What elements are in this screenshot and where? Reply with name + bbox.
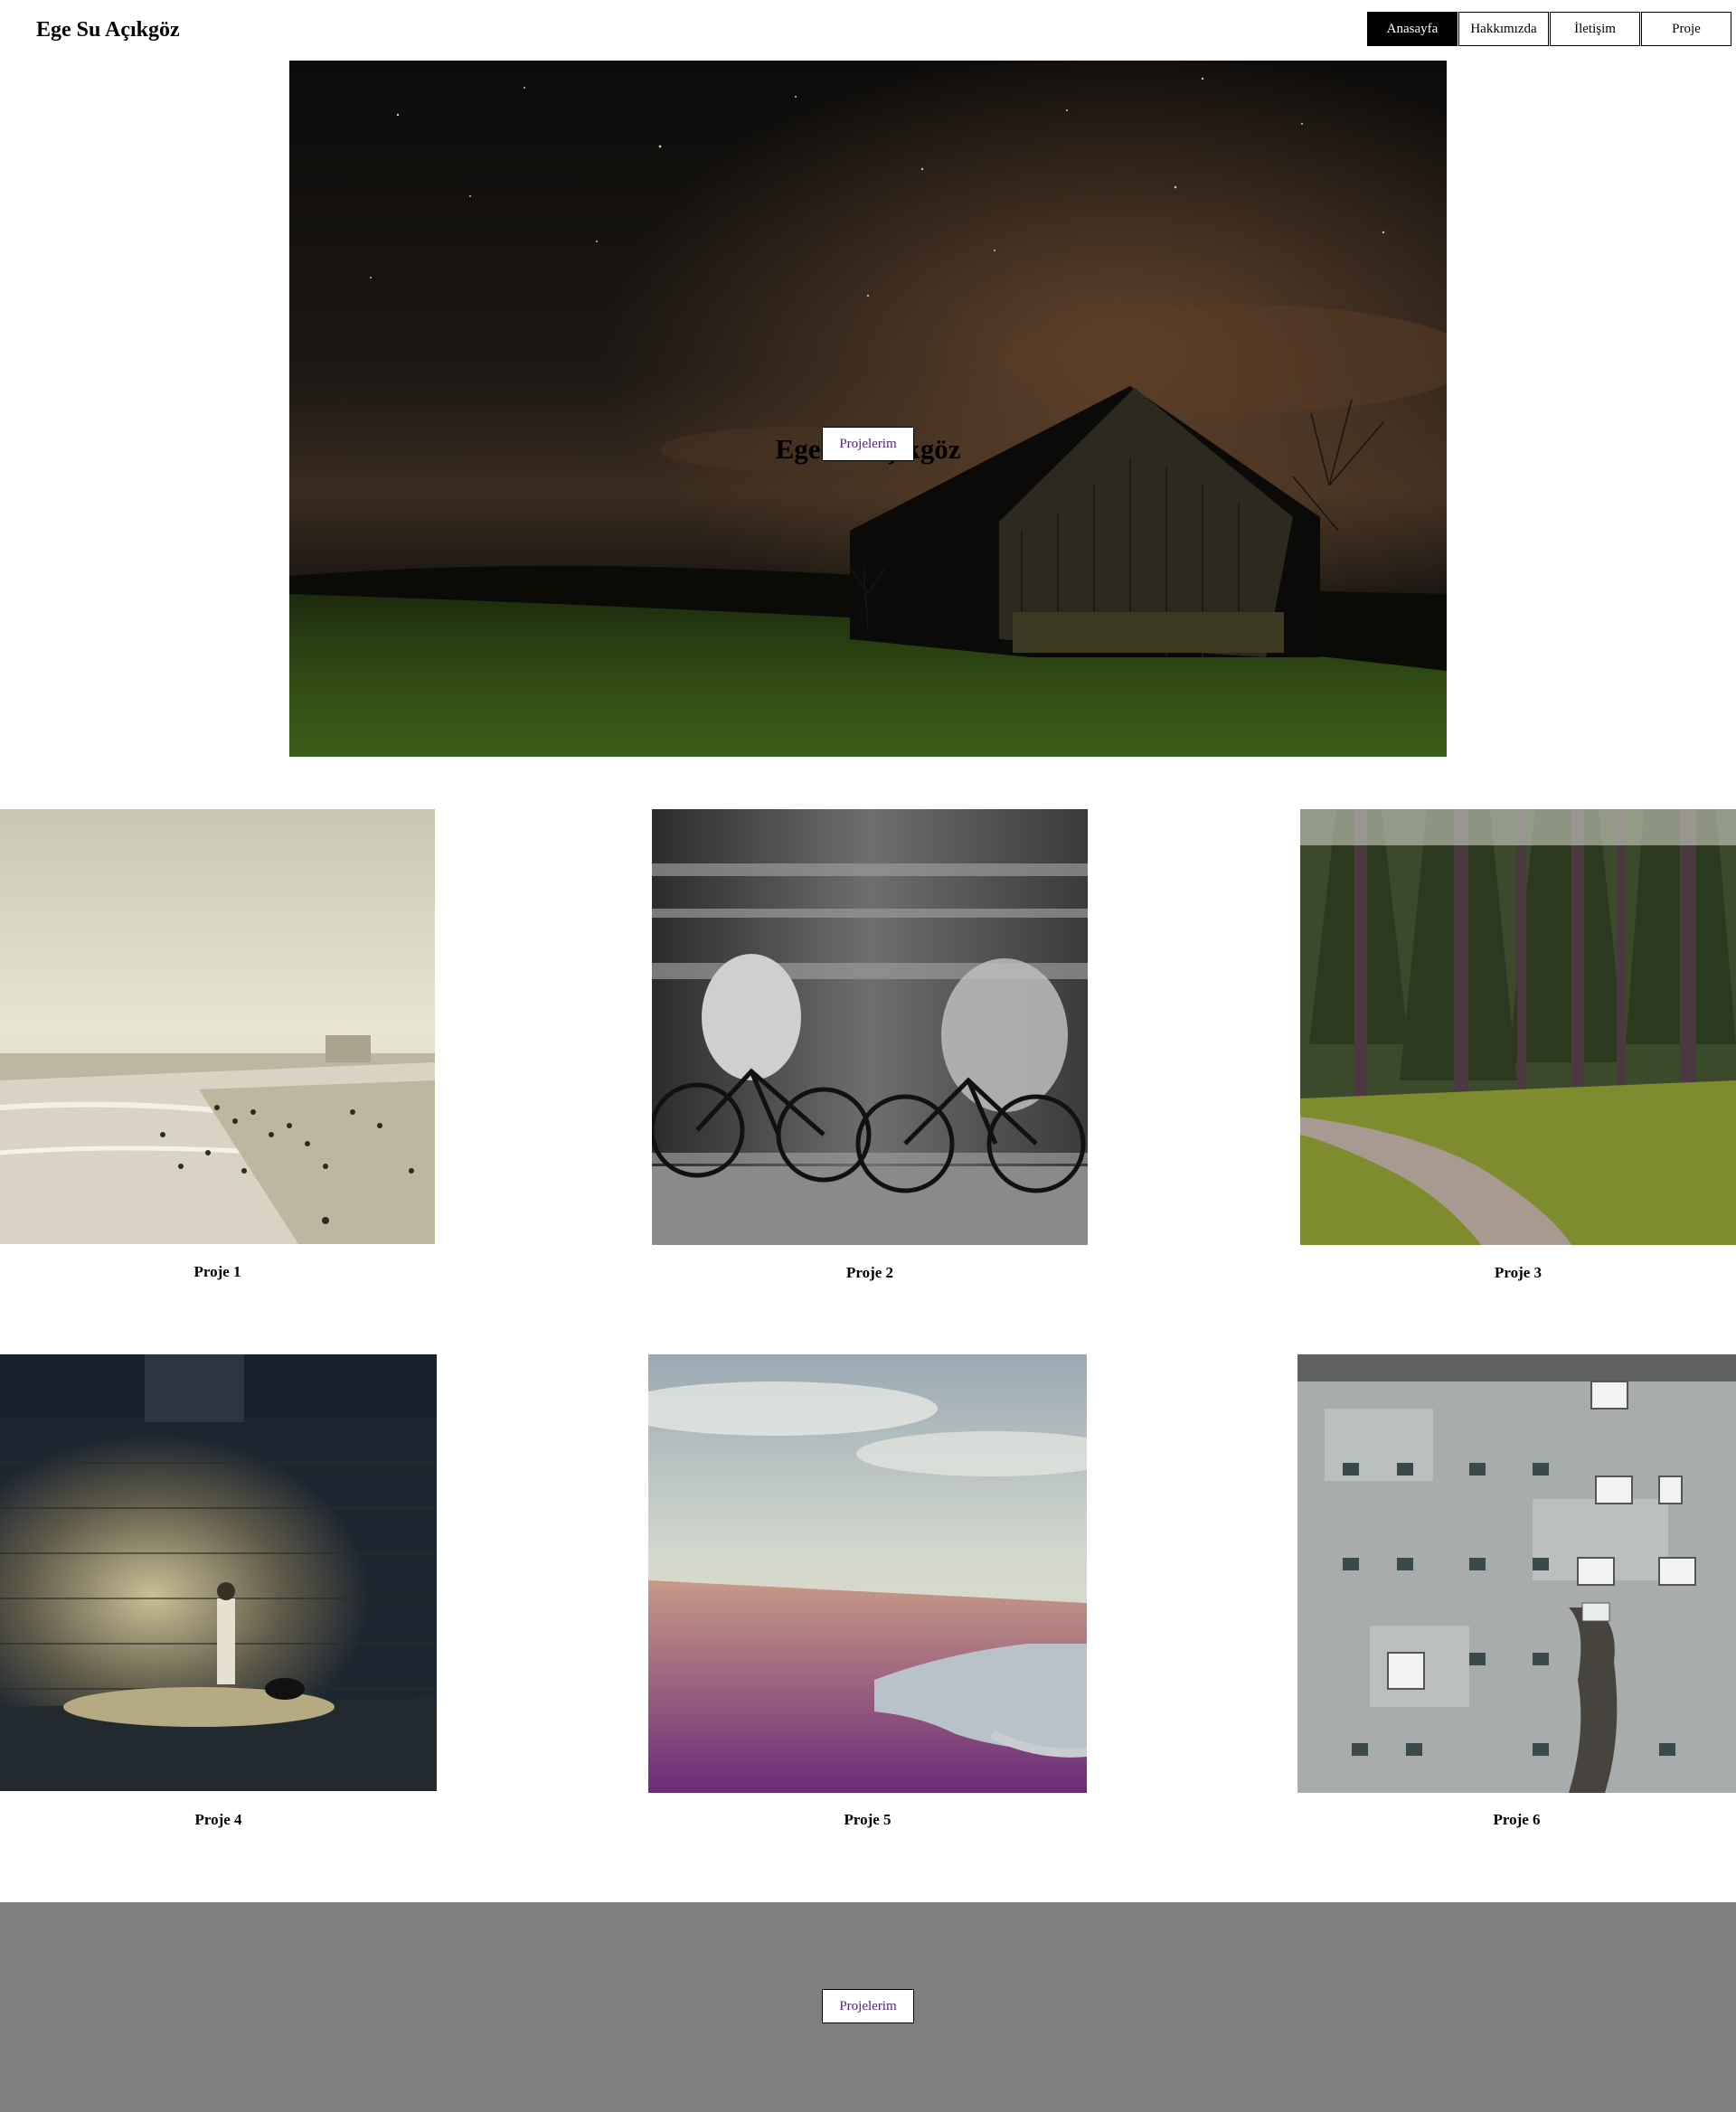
nav-item-iletisim[interactable]: İletişim <box>1550 12 1640 46</box>
project-5-shore-image[interactable] <box>648 1354 1087 1793</box>
project-card-2[interactable]: Proje 2 <box>652 809 1088 1281</box>
project-1-caption: Proje 1 <box>193 1263 241 1280</box>
hero-banner: Ege Su Açıkgöz Projelerim <box>289 61 1447 757</box>
nav-item-hakkimizda[interactable]: Hakkımızda <box>1458 12 1549 46</box>
project-6-building-image[interactable] <box>1297 1354 1736 1793</box>
nav-item-anasayfa[interactable]: Anasayfa <box>1367 12 1458 46</box>
footer: Projelerim <box>0 1902 1736 2112</box>
main-nav: Anasayfa Hakkımızda İletişim Proje <box>1367 12 1731 46</box>
hero-night-barn-image <box>289 61 1447 757</box>
project-card-4[interactable]: Proje 4 <box>0 1354 437 1828</box>
project-card-6[interactable]: Proje 6 <box>1297 1354 1736 1828</box>
project-2-cyclists-image[interactable] <box>652 809 1088 1245</box>
project-4-wall-light-image[interactable] <box>0 1354 437 1791</box>
site-title: Ege Su Açıkgöz <box>36 18 180 42</box>
project-3-caption: Proje 3 <box>1494 1264 1543 1281</box>
project-card-3[interactable]: Proje 3 <box>1300 809 1736 1281</box>
project-5-caption: Proje 5 <box>844 1811 892 1828</box>
project-2-caption: Proje 2 <box>845 1264 894 1281</box>
project-1-beach-image[interactable] <box>0 809 435 1244</box>
footer-projects-button[interactable]: Projelerim <box>822 1989 914 2023</box>
project-card-1[interactable]: Proje 1 <box>0 809 435 1280</box>
project-card-5[interactable]: Proje 5 <box>648 1354 1087 1828</box>
hero-projects-button[interactable]: Projelerim <box>822 427 914 461</box>
project-6-caption: Proje 6 <box>1493 1811 1541 1828</box>
project-4-caption: Proje 4 <box>194 1811 242 1828</box>
nav-item-proje[interactable]: Proje <box>1641 12 1731 46</box>
project-3-forest-image[interactable] <box>1300 809 1736 1245</box>
